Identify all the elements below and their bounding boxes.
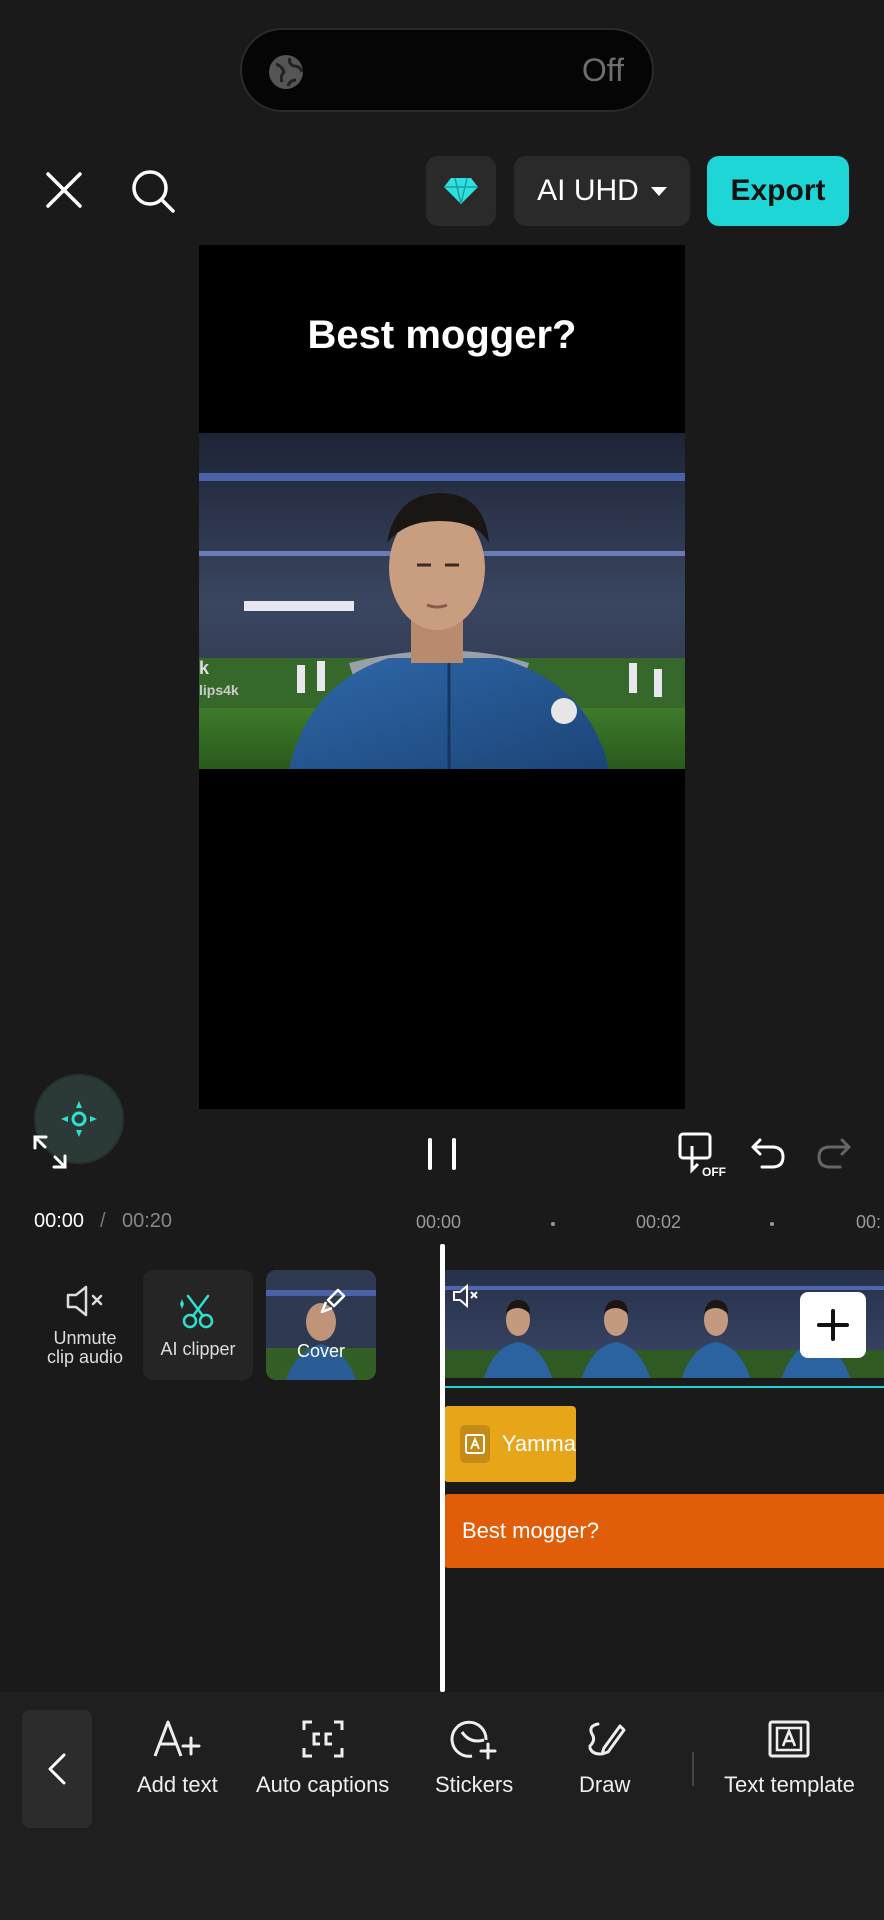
chevron-left-icon (48, 1753, 66, 1785)
text-template-icon (768, 1720, 810, 1758)
text-template-clip-icon (460, 1425, 490, 1463)
pro-button[interactable] (426, 156, 496, 226)
fullscreen-icon[interactable] (32, 1134, 68, 1175)
cover-button[interactable]: Cover (266, 1270, 376, 1380)
preview-media: k lips4k (199, 433, 685, 769)
unmute-clip-audio-button[interactable]: Unmute clip audio (30, 1270, 140, 1380)
ruler-dot (551, 1222, 555, 1226)
diamond-icon (444, 177, 478, 205)
keyframe-off-icon[interactable]: OFF (678, 1132, 728, 1183)
sticker-clip[interactable]: Yamma (444, 1406, 576, 1482)
ai-clipper-label: AI clipper (160, 1338, 236, 1359)
status-state: Off (581, 52, 624, 88)
toolbar-divider (692, 1752, 694, 1786)
plus-icon (817, 1309, 849, 1341)
ruler-label: 00: (856, 1212, 882, 1232)
text-clip[interactable]: Best mogger? (444, 1494, 884, 1568)
draw-icon (588, 1722, 626, 1756)
playhead[interactable] (440, 1244, 445, 1692)
text-clip-label: Best mogger? (462, 1518, 599, 1543)
status-pill[interactable]: Off (240, 28, 654, 112)
mute-icon (66, 1285, 103, 1317)
scissors-sparkle-icon (180, 1294, 214, 1328)
draw-label: Draw (579, 1772, 631, 1797)
globe-icon (269, 55, 304, 89)
close-icon[interactable] (44, 170, 84, 210)
unmute-label-2: clip audio (46, 1347, 124, 1367)
auto-captions-button[interactable]: Auto captions (256, 1718, 389, 1798)
ruler-label: 00:02 (636, 1212, 682, 1232)
keyframe-badge: OFF (702, 1165, 726, 1178)
time-separator: / (100, 1210, 106, 1232)
ai-clipper-button[interactable]: AI clipper (143, 1270, 253, 1380)
video-preview[interactable]: Best mogger? k lips4k (199, 245, 685, 1109)
quality-dropdown[interactable]: AI UHD (514, 156, 690, 226)
captions-icon (302, 1720, 344, 1758)
watermark-line-2: lips4k (199, 682, 239, 698)
add-text-icon (153, 1720, 201, 1757)
auto-captions-label: Auto captions (256, 1772, 390, 1797)
chevron-down-icon (650, 186, 667, 196)
stickers-icon (450, 1720, 497, 1760)
text-template-button[interactable]: Text template (724, 1718, 855, 1798)
preview-title-text: Best mogger? (307, 313, 577, 357)
add-text-label: Add text (137, 1772, 218, 1797)
cover-label: Cover (296, 1341, 345, 1361)
total-time: 00:20 (122, 1210, 173, 1232)
add-text-button[interactable]: Add text (137, 1718, 218, 1798)
undo-icon[interactable] (750, 1136, 786, 1175)
search-icon[interactable] (130, 168, 176, 214)
current-time: 00:00 (34, 1210, 85, 1232)
text-template-label: Text template (724, 1772, 855, 1797)
unmute-label-1: Unmute (53, 1328, 117, 1348)
draw-button[interactable]: Draw (579, 1718, 630, 1798)
back-button[interactable] (22, 1710, 92, 1828)
watermark-line-1: k (199, 658, 210, 678)
pause-button[interactable] (428, 1138, 458, 1170)
redo-icon[interactable] (816, 1136, 852, 1175)
add-clip-button[interactable] (800, 1292, 866, 1358)
video-track-underline (444, 1386, 884, 1388)
quality-label: AI UHD (537, 174, 639, 207)
sticker-clip-label: Yamma (501, 1431, 576, 1456)
ruler-dot (770, 1222, 774, 1226)
export-button[interactable]: Export (707, 156, 849, 226)
stickers-label: Stickers (435, 1772, 514, 1797)
stickers-button[interactable]: Stickers (435, 1718, 513, 1798)
ruler-label: 00:00 (416, 1212, 462, 1232)
